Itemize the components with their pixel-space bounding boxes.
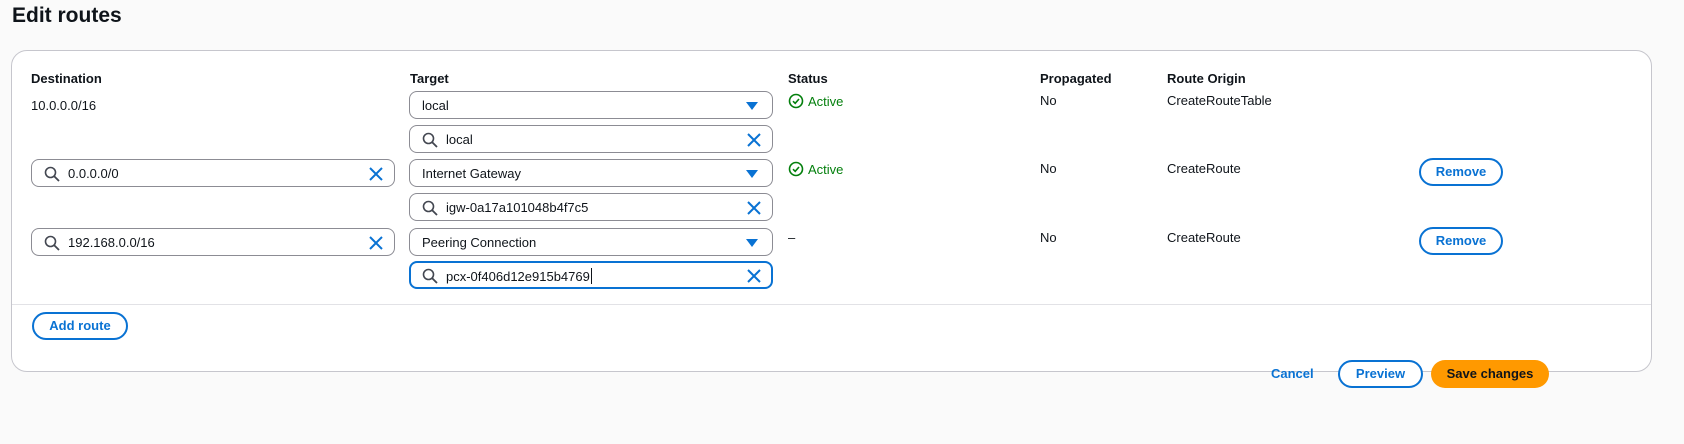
preview-button[interactable]: Preview — [1338, 360, 1423, 388]
status-badge: Active — [788, 161, 868, 179]
propagated-text: No — [1040, 161, 1057, 176]
search-icon — [422, 132, 438, 148]
target-value-input[interactable]: local — [409, 125, 773, 153]
destination-text: 10.0.0.0/16 — [31, 98, 97, 113]
destination-value: 192.168.0.0/16 — [68, 235, 155, 250]
close-icon[interactable] — [368, 166, 384, 182]
caret-down-icon — [746, 170, 758, 178]
remove-route-button[interactable]: Remove — [1419, 227, 1503, 255]
target-type-select[interactable]: Peering Connection — [409, 228, 773, 256]
status-positive-icon — [788, 161, 804, 177]
text-cursor — [590, 268, 592, 284]
search-icon — [422, 200, 438, 216]
target-type-value: local — [422, 98, 449, 113]
page-title: Edit routes — [12, 4, 122, 27]
cancel-button[interactable]: Cancel — [1271, 366, 1314, 381]
column-header-route-origin: Route Origin — [1167, 71, 1246, 86]
propagated-text: No — [1040, 230, 1057, 245]
status-text: Active — [808, 94, 844, 109]
column-header-target: Target — [410, 71, 449, 86]
column-header-destination: Destination — [31, 71, 102, 86]
column-header-propagated: Propagated — [1040, 71, 1112, 86]
search-icon — [422, 268, 438, 284]
route-origin-text: CreateRoute — [1167, 230, 1241, 245]
route-origin-text: CreateRoute — [1167, 161, 1241, 176]
remove-route-button[interactable]: Remove — [1419, 158, 1503, 186]
destination-input[interactable]: 0.0.0.0/0 — [31, 159, 395, 187]
target-type-select[interactable]: local — [409, 91, 773, 119]
target-value-text: igw-0a17a101048b4f7c5 — [446, 200, 589, 215]
caret-down-icon — [746, 239, 758, 247]
status-badge: Active — [788, 93, 868, 111]
status-text: Active — [808, 162, 844, 177]
search-icon — [44, 235, 60, 251]
target-value-input[interactable]: pcx-0f406d12e915b4769 — [409, 261, 773, 289]
routes-panel: Destination Target Status Propagated Rou… — [11, 50, 1652, 372]
route-origin-text: CreateRouteTable — [1167, 93, 1272, 108]
target-type-select[interactable]: Internet Gateway — [409, 159, 773, 187]
target-value-text: pcx-0f406d12e915b4769 — [446, 268, 592, 284]
propagated-text: No — [1040, 93, 1057, 108]
close-icon[interactable] — [746, 268, 762, 284]
divider — [12, 304, 1651, 305]
close-icon[interactable] — [368, 235, 384, 251]
target-value-input[interactable]: igw-0a17a101048b4f7c5 — [409, 193, 773, 221]
close-icon[interactable] — [746, 200, 762, 216]
status-positive-icon — [788, 93, 804, 109]
close-icon[interactable] — [746, 132, 762, 148]
column-header-status: Status — [788, 71, 828, 86]
target-type-value: Peering Connection — [422, 235, 537, 250]
target-value-text: local — [446, 132, 473, 147]
save-changes-button[interactable]: Save changes — [1431, 360, 1549, 388]
target-type-value: Internet Gateway — [422, 166, 521, 181]
search-icon — [44, 166, 60, 182]
status-text: – — [788, 230, 796, 245]
destination-value: 0.0.0.0/0 — [68, 166, 119, 181]
destination-input[interactable]: 192.168.0.0/16 — [31, 228, 395, 256]
add-route-button[interactable]: Add route — [32, 312, 128, 340]
caret-down-icon — [746, 102, 758, 110]
